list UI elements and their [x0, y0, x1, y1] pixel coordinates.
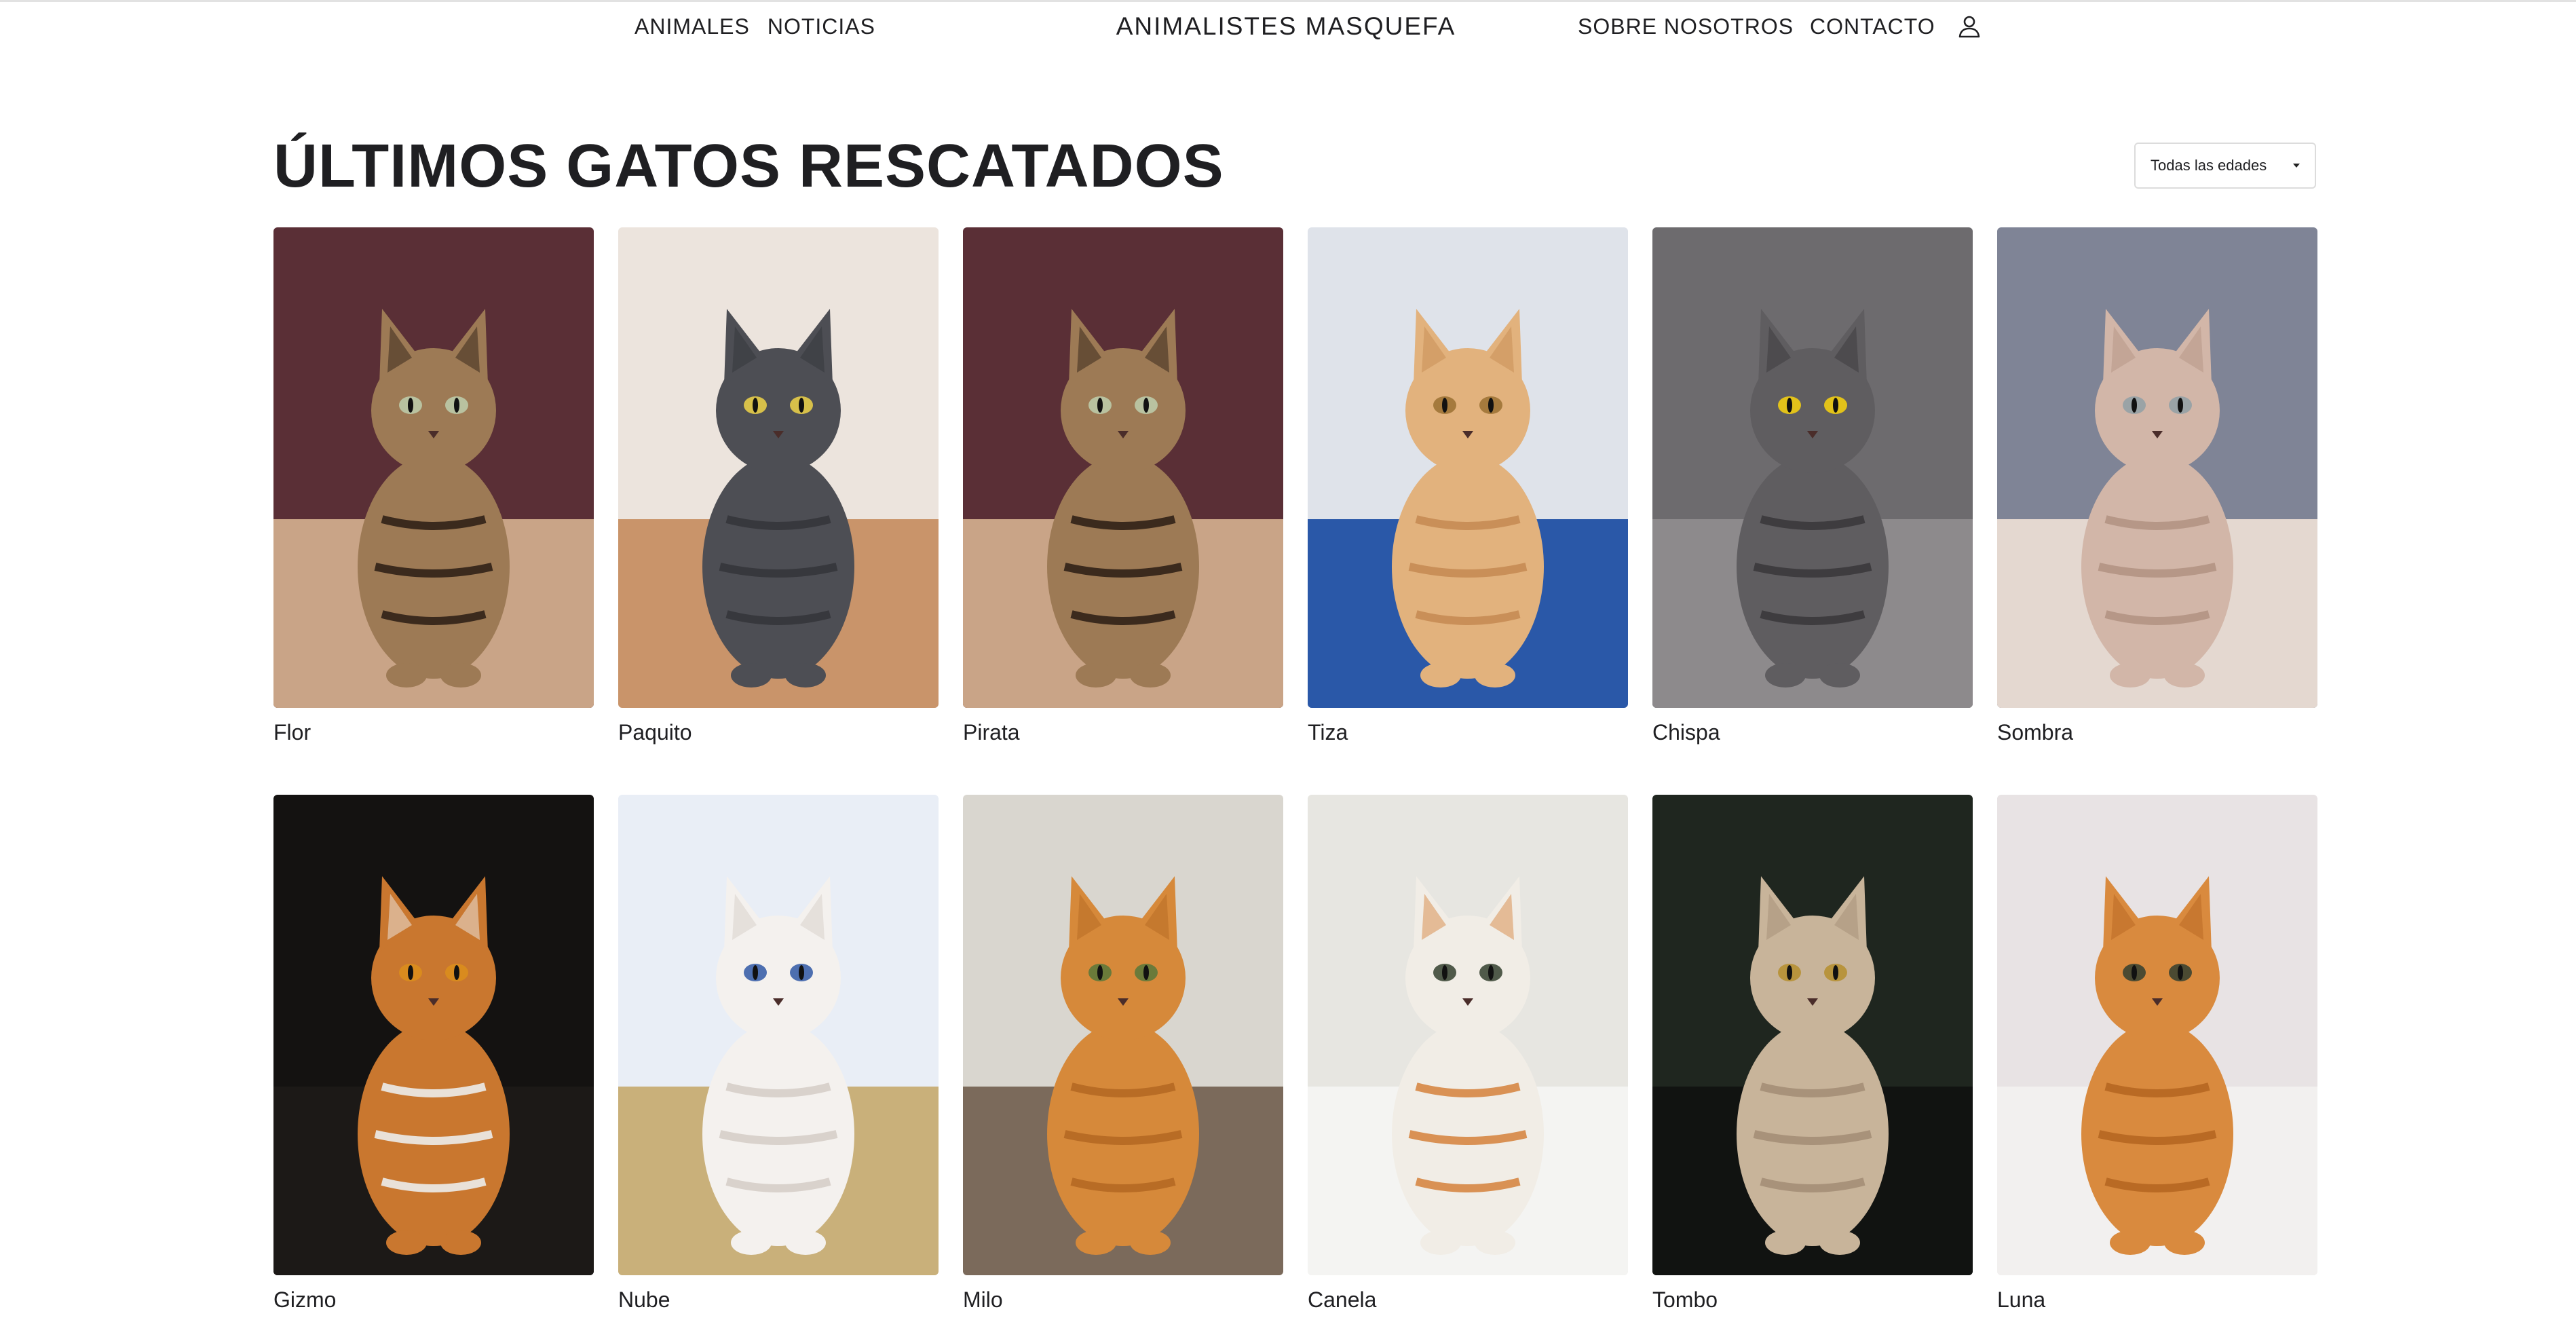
- cat-name[interactable]: Luna: [1997, 1286, 2317, 1313]
- cat-name[interactable]: Milo: [963, 1286, 1283, 1313]
- primary-nav-left: ANIMALES NOTICIAS: [634, 10, 875, 43]
- nav-link-sobre-nosotros[interactable]: SOBRE NOSOTROS: [1578, 14, 1794, 39]
- cat-name[interactable]: Gizmo: [273, 1286, 594, 1313]
- cat-name[interactable]: Paquito: [618, 719, 939, 746]
- cat-name[interactable]: Canela: [1308, 1286, 1628, 1313]
- cat-card[interactable]: Canela: [1308, 795, 1628, 1313]
- cat-photo[interactable]: [273, 795, 594, 1275]
- cat-photo[interactable]: [273, 227, 594, 708]
- cat-card[interactable]: Nube: [618, 795, 939, 1313]
- cat-name[interactable]: Tombo: [1652, 1286, 1973, 1313]
- cat-card[interactable]: Paquito: [618, 227, 939, 746]
- cat-card[interactable]: Milo: [963, 795, 1283, 1313]
- cat-name[interactable]: Nube: [618, 1286, 939, 1313]
- cat-card[interactable]: Luna: [1997, 795, 2317, 1313]
- cat-card[interactable]: Tiza: [1308, 227, 1628, 746]
- cat-photo[interactable]: [1997, 795, 2317, 1275]
- chevron-down-icon: [2293, 164, 2300, 168]
- page-title: ÚLTIMOS GATOS RESCATADOS: [273, 132, 1224, 200]
- cat-card[interactable]: Tombo: [1652, 795, 1973, 1313]
- top-border: [0, 0, 2576, 2]
- nav-link-animales[interactable]: ANIMALES: [634, 14, 750, 39]
- cat-name[interactable]: Tiza: [1308, 719, 1628, 746]
- cat-photo[interactable]: [1308, 227, 1628, 708]
- cat-photo[interactable]: [618, 227, 939, 708]
- age-filter-value: Todas las edades: [2151, 157, 2267, 174]
- nav-link-contacto[interactable]: CONTACTO: [1810, 14, 1935, 39]
- cat-photo[interactable]: [963, 795, 1283, 1275]
- cat-card[interactable]: Sombra: [1997, 227, 2317, 746]
- primary-nav-right: SOBRE NOSOTROS CONTACTO: [1578, 10, 1983, 43]
- cat-card[interactable]: Pirata: [963, 227, 1283, 746]
- cat-photo[interactable]: [618, 795, 939, 1275]
- cat-photo[interactable]: [1997, 227, 2317, 708]
- cat-photo[interactable]: [1652, 227, 1973, 708]
- cat-photo[interactable]: [1308, 795, 1628, 1275]
- cat-name[interactable]: Sombra: [1997, 719, 2317, 746]
- nav-link-noticias[interactable]: NOTICIAS: [768, 14, 875, 39]
- age-filter-select[interactable]: Todas las edades: [2134, 143, 2316, 189]
- cat-name[interactable]: Chispa: [1652, 719, 1973, 746]
- cat-name[interactable]: Pirata: [963, 719, 1283, 746]
- cat-photo[interactable]: [963, 227, 1283, 708]
- cat-card[interactable]: Gizmo: [273, 795, 594, 1313]
- cat-grid: Flor Paquito Pirata Tiza Chispa Sombra Gizmo Nu…: [273, 227, 2317, 1313]
- site-brand[interactable]: ANIMALISTES MASQUEFA: [1059, 10, 1513, 43]
- user-icon[interactable]: [1956, 13, 1983, 40]
- cat-photo[interactable]: [1652, 795, 1973, 1275]
- cat-card[interactable]: Flor: [273, 227, 594, 746]
- cat-name[interactable]: Flor: [273, 719, 594, 746]
- cat-card[interactable]: Chispa: [1652, 227, 1973, 746]
